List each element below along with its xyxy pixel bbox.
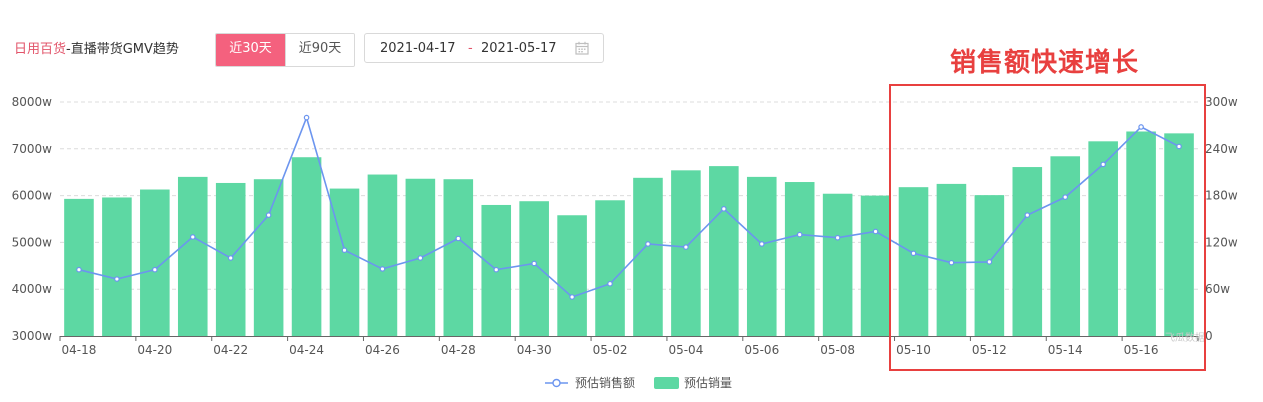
- x-tick-label: 04-30: [517, 343, 552, 357]
- line-point: [1138, 124, 1144, 130]
- x-tick-label: 05-12: [972, 343, 1007, 357]
- line-point: [986, 259, 993, 265]
- line-point: [341, 247, 348, 254]
- y-tick-right: 0: [1205, 329, 1213, 343]
- legend-line-marker: [552, 378, 561, 388]
- legend-label-line: 预估销售额: [575, 375, 635, 390]
- line-point: [265, 212, 272, 218]
- bar: [1126, 131, 1156, 336]
- gmv-chart: 3000w 0 4000w 60w 5000w 120w 6000w 180w 7000w 240…: [12, 95, 1238, 390]
- bar: [1164, 133, 1194, 336]
- x-tick-label: 05-06: [744, 343, 779, 357]
- bar: [291, 157, 322, 336]
- line-point: [493, 266, 500, 273]
- watermark: 飞瓜数据: [1165, 331, 1205, 344]
- x-tick-label: 04-22: [213, 343, 248, 357]
- bar: [822, 193, 853, 336]
- line-point: [1176, 143, 1182, 150]
- bar: [557, 215, 587, 336]
- line-point: [721, 206, 727, 212]
- line-point: [114, 276, 120, 282]
- line-point: [872, 228, 879, 235]
- bar: [1050, 156, 1081, 336]
- line-point: [417, 255, 424, 261]
- line-point: [834, 234, 841, 241]
- bar: [253, 179, 284, 336]
- line-point: [645, 241, 651, 247]
- bar: [595, 200, 625, 336]
- y-tick-left: 4000w: [12, 282, 53, 296]
- bar: [671, 170, 701, 336]
- line-point: [910, 250, 917, 257]
- bar: [102, 197, 132, 336]
- y-tick-left: 7000w: [12, 142, 53, 156]
- x-tick-label: 05-02: [593, 343, 628, 357]
- line-point: [227, 255, 234, 261]
- line-point: [683, 244, 689, 250]
- x-tick-label: 04-18: [62, 343, 97, 357]
- bar: [1012, 167, 1043, 336]
- line-point: [607, 280, 613, 287]
- bar-series: [64, 131, 1194, 336]
- bar: [974, 195, 1005, 336]
- line-point: [948, 259, 955, 266]
- x-tick-label: 05-04: [668, 343, 703, 357]
- x-tick-label: 05-10: [896, 343, 931, 357]
- x-tick-label: 05-14: [1048, 343, 1083, 357]
- bar: [633, 177, 663, 336]
- line-point: [379, 266, 386, 272]
- watermark-text: 飞瓜数据: [1165, 331, 1205, 344]
- bar: [860, 195, 891, 336]
- x-tick-label: 04-28: [441, 343, 476, 357]
- y-tick-left: 3000w: [12, 329, 53, 343]
- y-tick-left: 5000w: [12, 235, 53, 249]
- x-tick-label: 04-20: [137, 343, 172, 357]
- y-tick-right: 60w: [1205, 282, 1230, 296]
- line-point: [76, 266, 82, 273]
- bar: [709, 166, 739, 336]
- y-tick-right: 240w: [1205, 142, 1238, 156]
- y-tick-right: 300w: [1205, 95, 1238, 109]
- line-point: [455, 235, 462, 242]
- line-point: [1024, 212, 1031, 218]
- line-point: [189, 234, 196, 240]
- legend-bar-swatch: [654, 377, 679, 389]
- x-tick-label: 04-26: [365, 343, 400, 357]
- line-point: [796, 231, 803, 238]
- bar: [140, 189, 170, 336]
- x-tick-label: 04-24: [289, 343, 324, 357]
- x-tick-label: 05-16: [1124, 343, 1159, 357]
- line-point: [1062, 194, 1069, 200]
- legend-label-bar: 预估销量: [684, 376, 732, 390]
- line-point: [152, 266, 158, 273]
- bar: [519, 201, 549, 336]
- x-tick-label: 05-08: [820, 343, 855, 357]
- y-tick-right: 120w: [1205, 235, 1238, 249]
- legend: 预估销售额 预估销量: [545, 375, 732, 390]
- bar: [329, 188, 360, 336]
- bar: [898, 187, 929, 336]
- y-tick-right: 180w: [1205, 189, 1238, 203]
- line-point: [569, 294, 575, 300]
- line-point: [531, 260, 537, 267]
- bar: [443, 179, 474, 336]
- bar: [784, 182, 815, 336]
- bar: [367, 174, 398, 336]
- bar: [746, 176, 777, 336]
- y-tick-left: 8000w: [12, 95, 53, 109]
- bar: [177, 176, 208, 336]
- y-tick-left: 6000w: [12, 189, 53, 203]
- line-point: [303, 114, 310, 121]
- line-point: [1100, 161, 1106, 168]
- line-point: [758, 241, 765, 247]
- bar: [1088, 141, 1118, 336]
